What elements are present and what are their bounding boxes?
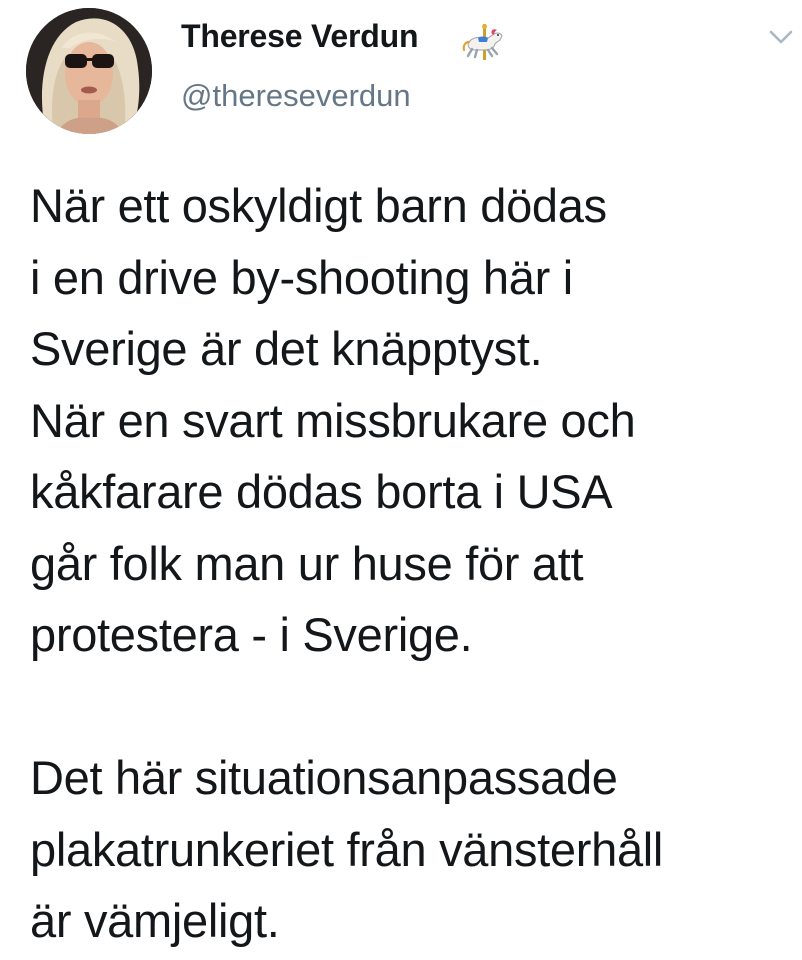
- chevron-down-icon[interactable]: [768, 27, 794, 47]
- tweet-text: När ett oskyldigt barn dödas i en drive …: [30, 170, 800, 957]
- tweet-text-line: När ett oskyldigt barn dödas: [30, 179, 607, 232]
- paragraph-break: [30, 671, 800, 743]
- user-handle[interactable]: @thereseverdun: [181, 78, 411, 114]
- tweet-text-line: är vämjeligt.: [30, 894, 280, 947]
- tweet-text-line: Det här situationsanpassade: [30, 751, 618, 804]
- tweet-card: Therese Verdun @thereseverdun När ett os…: [0, 0, 802, 960]
- tweet-text-line: går folk man ur huse för att: [30, 536, 584, 590]
- tweet-text-line: protestera - i Sverige.: [30, 608, 473, 661]
- display-name[interactable]: Therese Verdun: [181, 18, 418, 55]
- tweet-text-line: Sverige är det knäpptyst.: [30, 322, 543, 375]
- carousel-horse-emoji-icon: [462, 24, 508, 60]
- tweet-text-line: kåkfarare dödas borta i USA: [30, 465, 613, 518]
- tweet-text-line: i en drive by-shooting här i: [30, 250, 573, 304]
- tweet-text-line: plakatrunkeriet från vänsterhåll: [30, 822, 664, 876]
- avatar[interactable]: [26, 8, 152, 134]
- tweet-text-line: När en svart missbrukare och: [30, 393, 636, 447]
